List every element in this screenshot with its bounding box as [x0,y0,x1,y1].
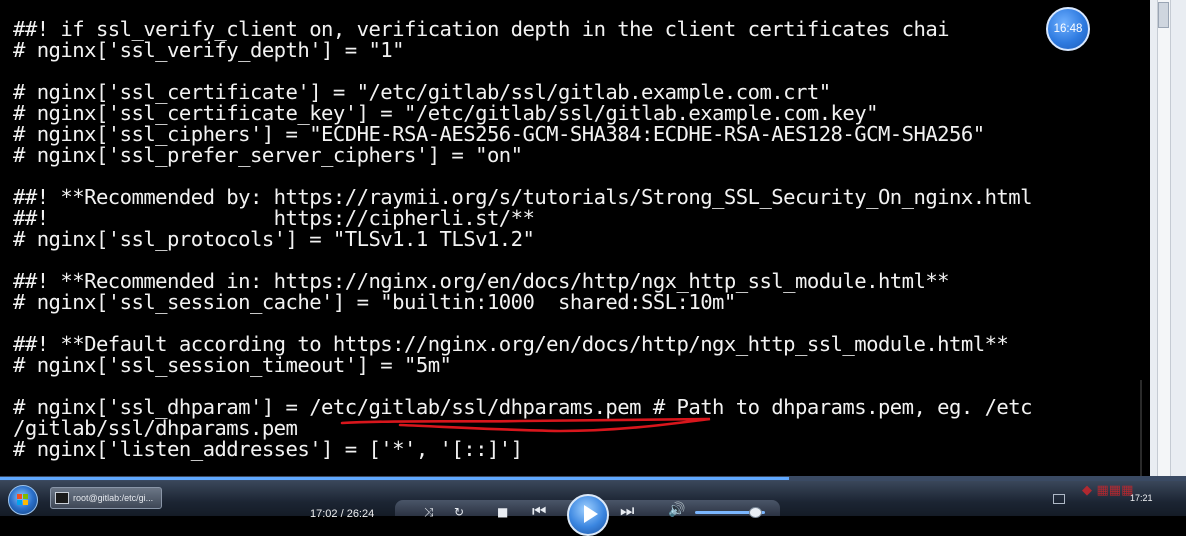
terminal-line: # nginx['ssl_protocols'] = "TLSv1.1 TLSv… [13,227,535,251]
terminal-line: ##! **Default according to https://nginx… [13,332,1009,356]
terminal-window[interactable]: ##! if ssl_verify_client on, verificatio… [0,0,1150,476]
terminal-line: # nginx['ssl_dhparam'] = /etc/gitlab/ssl… [13,395,1033,419]
terminal-line: /gitlab/ssl/dhparams.pem [13,416,298,440]
terminal-line: ##! https://cipherli.st/** [13,206,535,230]
red-underline-annotation [340,417,711,433]
terminal-line: # nginx['listen_addresses'] = ['*', '[::… [13,437,523,461]
start-button[interactable] [8,485,38,515]
terminal-icon [55,492,69,504]
terminal-line: # nginx['ssl_prefer_server_ciphers'] = "… [13,143,523,167]
scrollbar-thumb[interactable] [1158,2,1169,28]
play-button[interactable] [567,494,609,536]
previous-icon[interactable]: ⏮ [532,503,546,519]
taskbar-item-terminal[interactable]: root@gitlab:/etc/gi... [50,487,162,509]
terminal-line: # nginx['ssl_session_timeout'] = "5m" [13,353,452,377]
vertical-scrollbar[interactable] [1157,0,1171,476]
volume-slider-knob[interactable] [749,507,762,518]
tray-network-icon[interactable] [1053,494,1065,504]
terminal-line: ##! if ssl_verify_client on, verificatio… [13,17,950,41]
volume-icon[interactable]: 🔊 [668,503,685,517]
clock-overlay: 16:48 [1046,7,1090,51]
terminal-line: ##! **Recommended in: https://nginx.org/… [13,269,950,293]
terminal-line: ##! **Recommended by: https://raymii.org… [13,185,1033,209]
terminal-line: # nginx['ssl_certificate'] = "/etc/gitla… [13,80,831,104]
terminal-line: # nginx['ssl_verify_depth'] = "1" [13,38,405,62]
taskbar-item-label: root@gitlab:/etc/gi... [73,493,154,503]
stop-icon[interactable]: ■ [497,506,508,518]
repeat-icon[interactable]: ↻ [454,506,464,518]
terminal-line: # nginx['ssl_certificate_key'] = "/etc/g… [13,101,879,125]
terminal-divider [1140,380,1142,476]
playback-time: 17:02 / 26:24 [310,508,375,520]
terminal-line: # nginx['ssl_ciphers'] = "ECDHE-RSA-AES2… [13,122,985,146]
terminal-line: # nginx['ssl_session_cache'] = "builtin:… [13,290,736,314]
shuffle-icon[interactable]: ⤨ [424,506,434,518]
tray-clock: 17:21 [1130,493,1153,503]
seek-bar-fill [0,477,789,480]
next-icon[interactable]: ⏭ [620,503,634,519]
